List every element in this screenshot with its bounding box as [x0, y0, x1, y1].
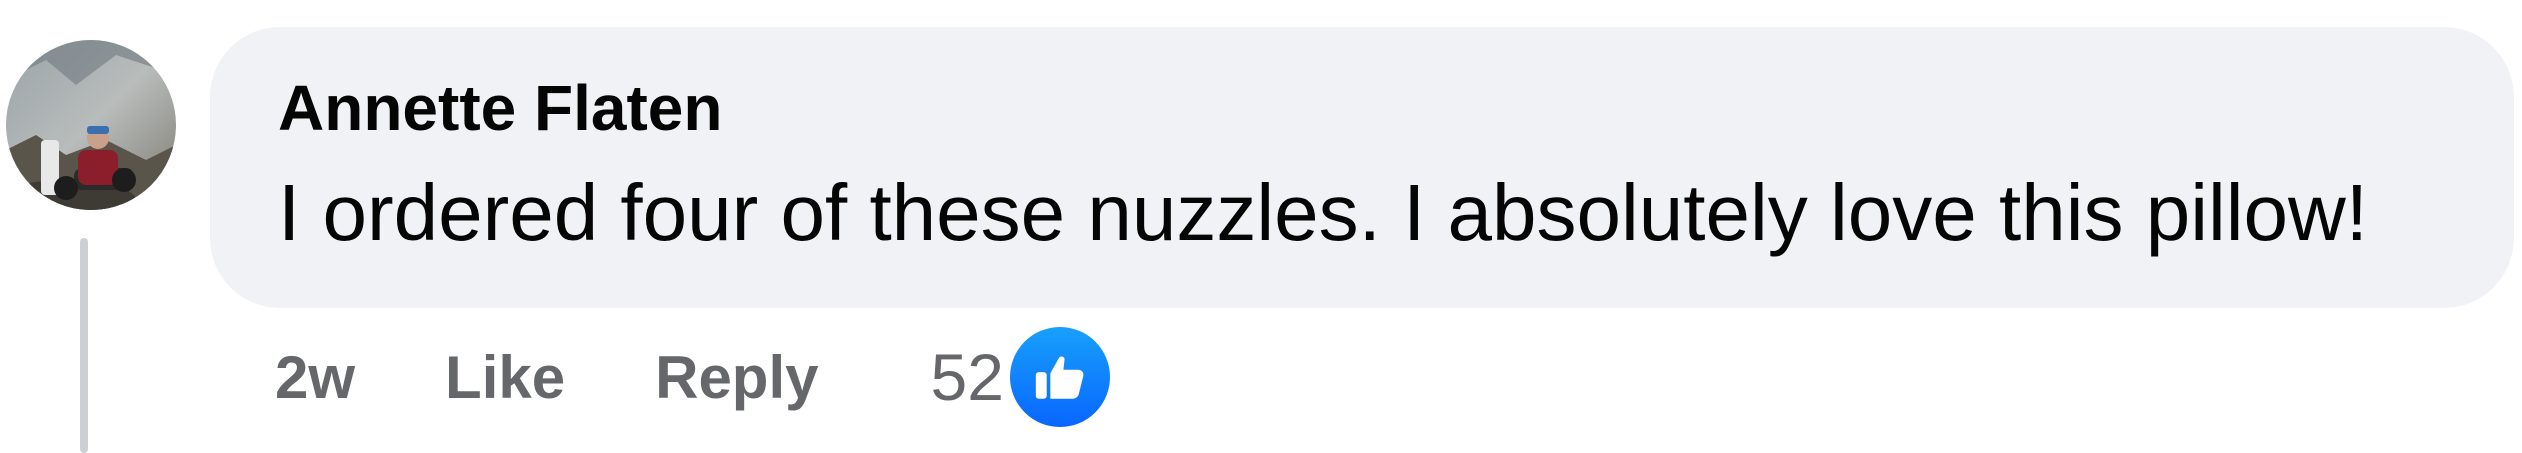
comment-author[interactable]: Annette Flaten [278, 71, 722, 145]
thumbs-up-icon [1009, 327, 1110, 427]
reply-button[interactable]: Reply [655, 343, 818, 412]
comment-timestamp[interactable]: 2w [275, 343, 355, 412]
reactions-summary[interactable]: 52 [931, 327, 1110, 427]
comment-bubble: Annette Flaten I ordered four of these n… [210, 27, 2514, 308]
avatar[interactable] [6, 40, 176, 210]
like-button[interactable]: Like [445, 343, 565, 412]
thumbs-up-glyph [1035, 356, 1084, 399]
reaction-count: 52 [930, 340, 1004, 414]
comment: Annette Flaten I ordered four of these n… [0, 0, 2522, 453]
thread-line [80, 238, 88, 453]
comment-text: I ordered four of these nuzzles. I absol… [278, 168, 2368, 257]
comment-actions: 2w Like Reply 52 [275, 327, 1110, 427]
avatar-photo [6, 40, 176, 210]
